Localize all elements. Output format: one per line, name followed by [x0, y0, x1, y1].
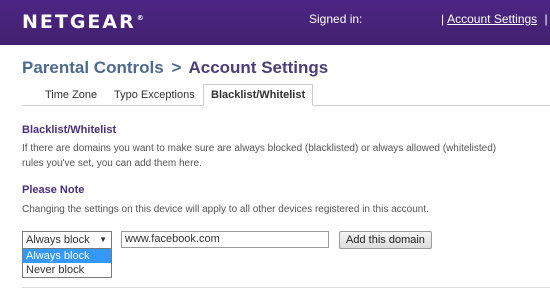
- header-separator: |: [441, 12, 445, 26]
- account-settings-link[interactable]: Account Settings: [447, 12, 537, 26]
- block-mode-dropdown: Always block Never block: [22, 248, 112, 278]
- netgear-logo[interactable]: NETGEAR®: [22, 11, 144, 33]
- please-note-heading: Please Note: [22, 184, 85, 196]
- option-never-block[interactable]: Never block: [23, 263, 111, 277]
- option-always-block[interactable]: Always block: [23, 249, 111, 263]
- blacklist-heading: Blacklist/Whitelist: [22, 124, 117, 136]
- tab-bar: Time Zone Typo Exceptions Blacklist/Whit…: [0, 84, 550, 106]
- tab-typo-exceptions[interactable]: Typo Exceptions: [107, 85, 202, 105]
- block-mode-select[interactable]: Always block ▼: [22, 231, 112, 249]
- header-links: |Account Settings |D: [441, 12, 550, 26]
- breadcrumb-separator: >: [171, 58, 182, 77]
- registered-mark: ®: [136, 14, 144, 22]
- tab-blacklist-whitelist[interactable]: Blacklist/Whitelist: [203, 84, 314, 106]
- block-mode-selected-value: Always block: [26, 234, 90, 246]
- please-note-text: Changing the settings on this device wil…: [22, 204, 429, 215]
- add-domain-button[interactable]: Add this domain: [339, 231, 432, 249]
- signed-in-label: Signed in:: [309, 12, 363, 26]
- breadcrumb-parental-controls[interactable]: Parental Controls: [22, 58, 164, 77]
- header-separator-2: |: [544, 12, 548, 26]
- blacklist-description-line2: rules you've set, you can add them here.: [22, 158, 202, 169]
- section-divider: [22, 287, 550, 288]
- logo-text: NETGEAR: [22, 11, 136, 33]
- tab-time-zone[interactable]: Time Zone: [38, 85, 104, 105]
- blacklist-description-line1: If there are domains you want to make su…: [22, 143, 497, 154]
- chevron-down-icon: ▼: [99, 235, 107, 244]
- page-title: Parental Controls > Account Settings: [22, 58, 328, 78]
- domain-input[interactable]: www.facebook.com: [121, 231, 329, 248]
- breadcrumb-current: Account Settings: [188, 58, 329, 77]
- top-header-bar: NETGEAR® Signed in: |Account Settings |D: [0, 0, 550, 45]
